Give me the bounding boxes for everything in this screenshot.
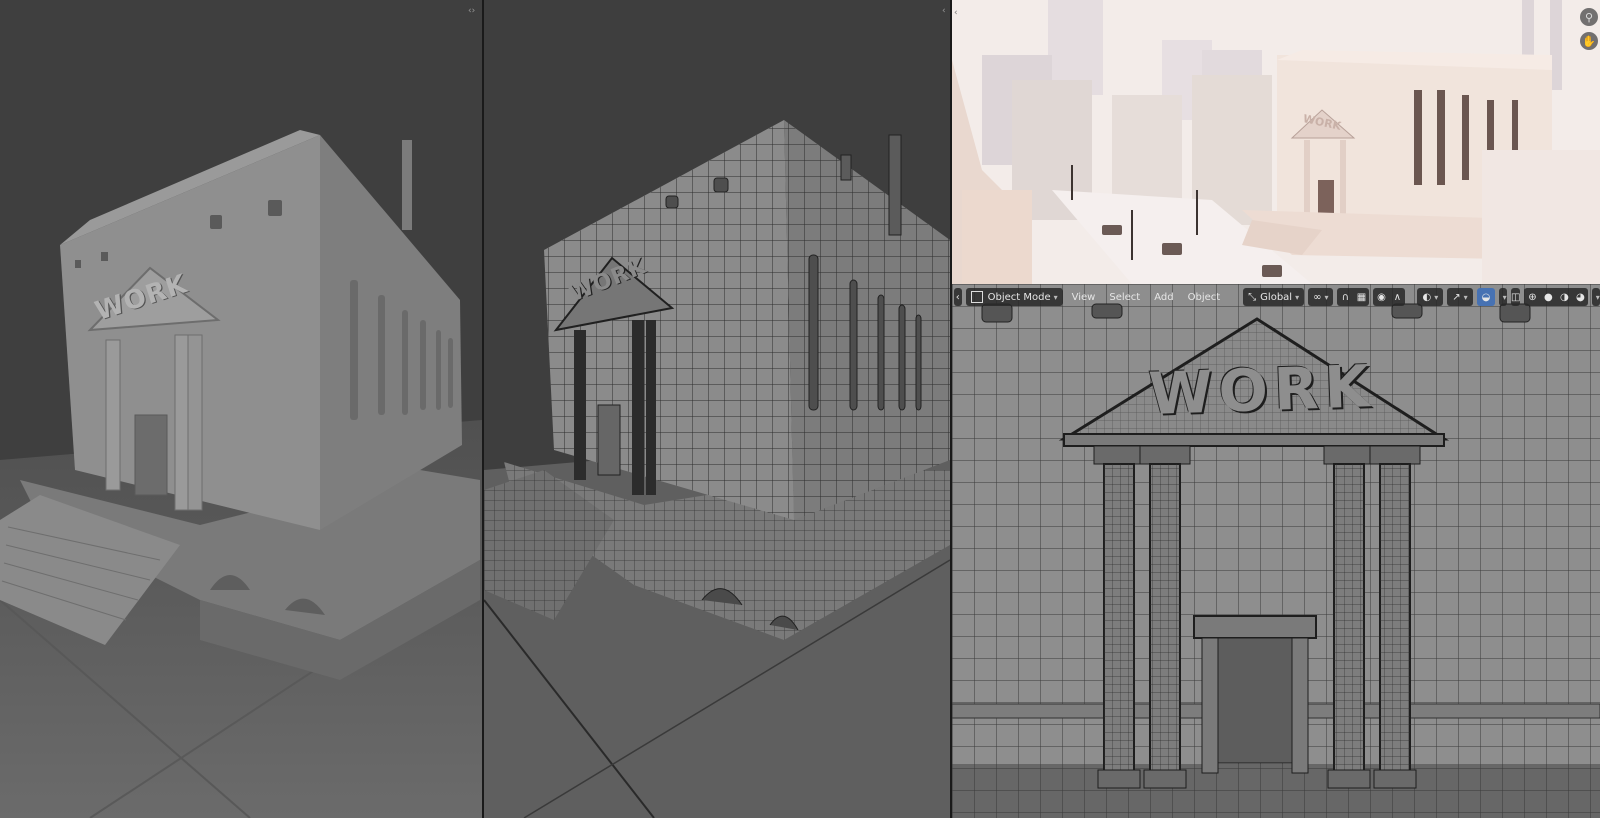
falloff-button[interactable]: ∧ [1389, 288, 1405, 306]
snap-toggle[interactable]: ∩ [1337, 288, 1353, 306]
transform-orientation-dropdown[interactable]: ⤡ Global ▾ [1243, 288, 1305, 306]
mode-label: Object Mode [987, 291, 1051, 303]
transform-orientation-icon: ⤡ [1248, 291, 1257, 303]
viewport-rendered[interactable]: WORK ⚲ ✋ ‹ [952, 0, 1600, 284]
chevron-down-icon: ▾ [1053, 292, 1058, 302]
snap-group: ∩ ▦ [1337, 288, 1370, 306]
solid-model-render [0, 0, 482, 818]
gizmo-dropdown[interactable]: ↗ ▾ [1447, 288, 1473, 306]
proportional-group: ◉ ∧ [1373, 288, 1406, 306]
gizmo-icon: ↗ [1452, 291, 1461, 303]
eye-icon: ◐ [1422, 291, 1432, 303]
magnifier-icon[interactable]: ⚲ [1580, 8, 1598, 26]
wireframe-sphere-icon: ⊕ [1528, 291, 1537, 303]
wireframe-model-render [484, 0, 950, 818]
object-mode-icon [970, 291, 983, 303]
wireframe-shading-button[interactable]: ⊕ [1524, 288, 1540, 306]
shading-group: ⊕ ● ◑ ◕ [1524, 288, 1589, 306]
xray-icon: ◫ [1510, 291, 1521, 303]
magnet-icon: ∩ [1341, 291, 1350, 303]
mode-selector[interactable]: Object Mode ▾ [965, 288, 1063, 306]
overlays-dropdown[interactable]: ▾ [1499, 288, 1507, 306]
grid-icon: ▦ [1356, 291, 1367, 303]
falloff-curve-icon: ∧ [1393, 291, 1402, 303]
viewport-solid[interactable]: WORK ‹› [0, 0, 482, 818]
hand-icon[interactable]: ✋ [1580, 32, 1598, 50]
viewport-front-wireframe[interactable]: WORK [952, 284, 1600, 818]
material-shading-button[interactable]: ◑ [1556, 288, 1572, 306]
chevron-down-icon: ▾ [1595, 292, 1600, 302]
menu-select[interactable]: Select [1104, 288, 1145, 306]
link-icon: ∞ [1313, 291, 1322, 303]
area-corner-icon[interactable]: ‹ [942, 6, 946, 16]
solid-sphere-icon: ● [1544, 291, 1553, 303]
sign-text-front: WORK [1147, 352, 1377, 428]
visibility-dropdown[interactable]: ◐ ▾ [1417, 288, 1444, 306]
menu-view[interactable]: View [1067, 288, 1101, 306]
area-corner-icon[interactable]: ‹ [954, 288, 962, 306]
material-sphere-icon: ◑ [1560, 291, 1569, 303]
overlays-toggle[interactable]: ◒ [1476, 288, 1496, 306]
proportional-edit-toggle[interactable]: ◉ [1373, 288, 1389, 306]
orientation-label: Global [1260, 291, 1293, 303]
menu-add[interactable]: Add [1149, 288, 1178, 306]
viewport-header: ‹ Object Mode ▾ View Select Add Object ⤡… [952, 287, 1600, 307]
pivot-point-button[interactable]: ∞ ▾ [1308, 288, 1334, 306]
chevron-down-icon: ▾ [1295, 292, 1300, 302]
rendered-city-scene [952, 0, 1600, 284]
snap-target[interactable]: ▦ [1353, 288, 1369, 306]
viewport-wireframe[interactable]: WORK ‹ [484, 0, 950, 818]
area-corner-icon[interactable]: ‹ [954, 8, 958, 18]
circle-dot-icon: ◉ [1377, 291, 1386, 303]
rendered-shading-button[interactable]: ◕ [1572, 288, 1588, 306]
overlays-icon: ◒ [1481, 291, 1491, 303]
rendered-sphere-icon: ◕ [1576, 291, 1585, 303]
shading-dropdown[interactable]: ▾ [1592, 288, 1600, 306]
chevron-down-icon: ▾ [1502, 292, 1507, 302]
menu-object[interactable]: Object [1183, 288, 1226, 306]
xray-toggle[interactable]: ◫ [1510, 288, 1521, 306]
solid-shading-button[interactable]: ● [1540, 288, 1556, 306]
area-split-icon[interactable]: ‹› [468, 6, 475, 16]
